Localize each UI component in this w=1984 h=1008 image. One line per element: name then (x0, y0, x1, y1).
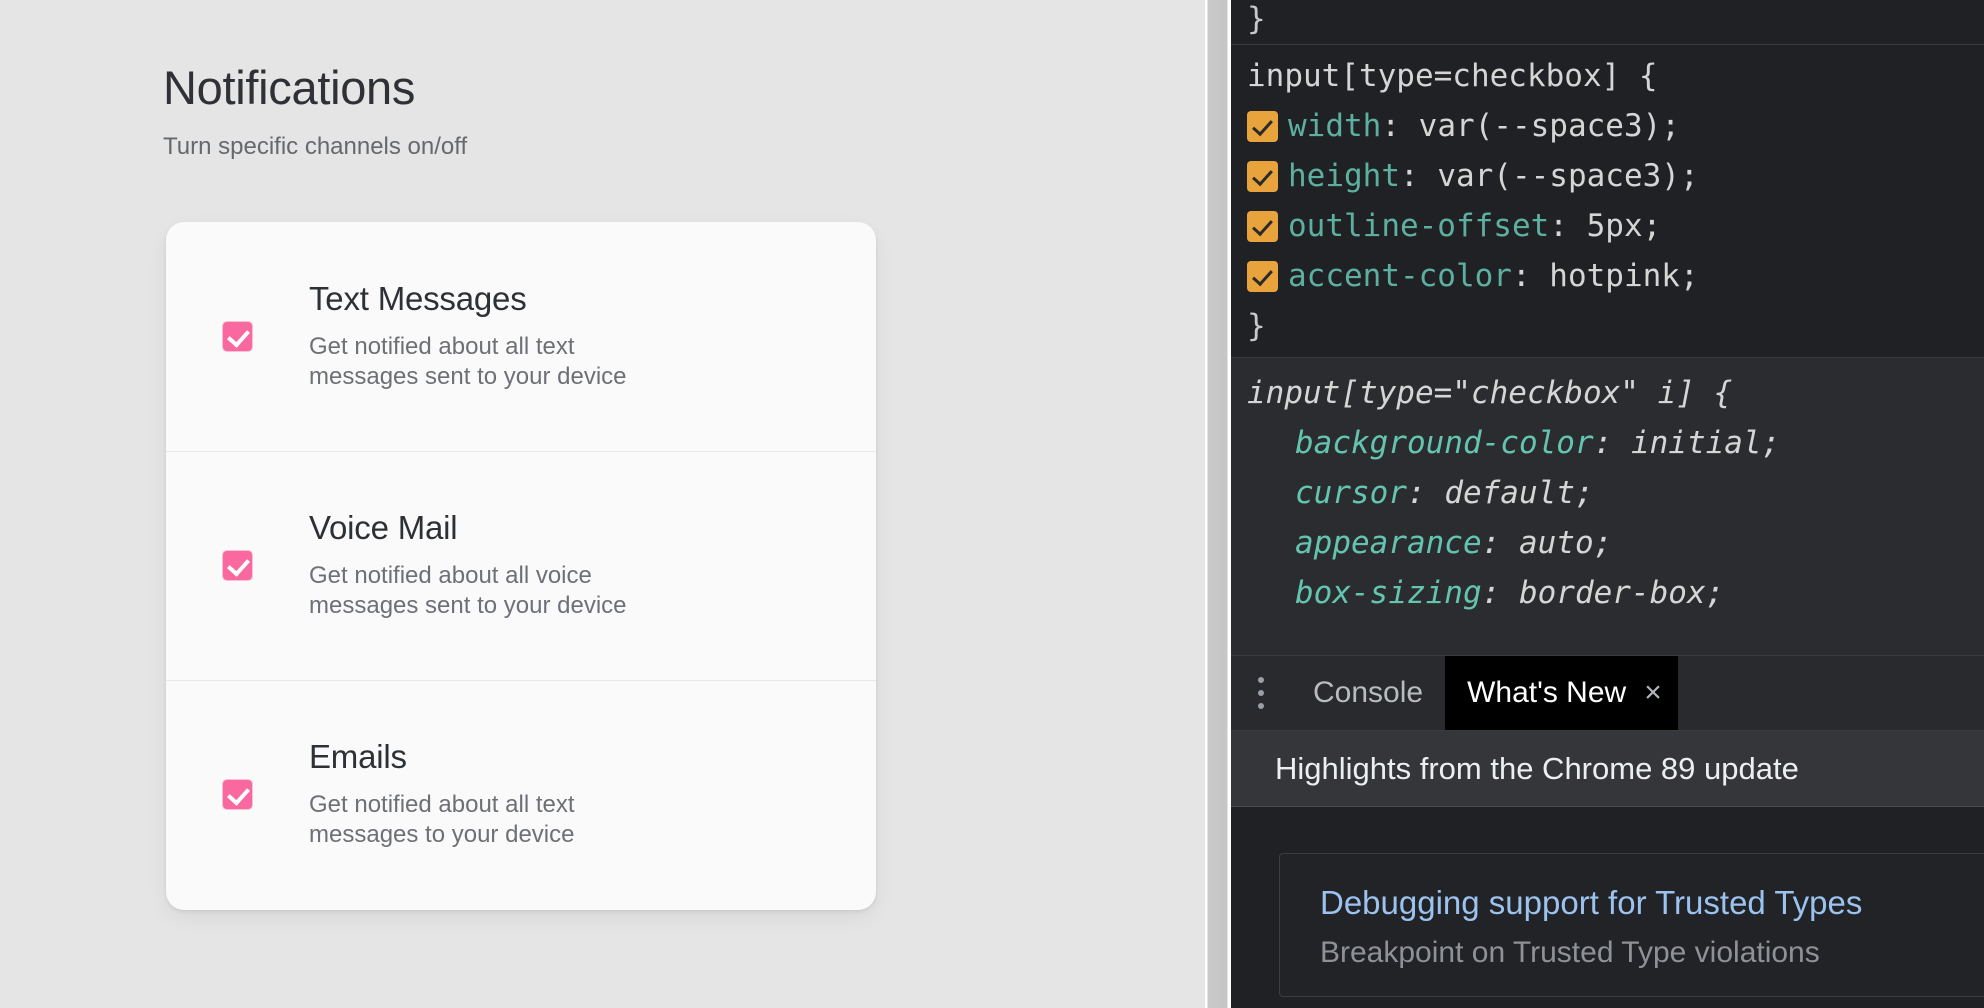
css-colon: : (1594, 425, 1631, 461)
css-colon: : (1407, 475, 1444, 511)
css-selector: input[type=checkbox] { (1247, 58, 1658, 94)
notifications-card: Text Messages Get notified about all tex… (166, 222, 876, 910)
whats-new-item[interactable]: Debugging support for Trusted Types Brea… (1279, 853, 1984, 997)
css-property: appearance (1295, 525, 1482, 561)
css-line: } (1247, 0, 1984, 44)
css-declaration-line[interactable]: appearance: auto; (1247, 518, 1984, 568)
css-colon: : (1482, 525, 1519, 561)
tab-label: What's New (1467, 676, 1626, 710)
css-colon: : (1512, 258, 1549, 294)
css-property[interactable]: width (1288, 108, 1381, 144)
css-close-brace: } (1247, 1, 1266, 37)
notification-name: Emails (309, 738, 848, 776)
notification-description: Get notified about all voice messages se… (309, 561, 659, 623)
css-close-brace: } (1247, 308, 1266, 344)
kebab-menu-icon[interactable] (1231, 656, 1291, 730)
css-property[interactable]: height (1288, 158, 1400, 194)
css-declaration-line[interactable]: box-sizing: border-box; (1247, 568, 1984, 618)
css-declaration-line[interactable]: height: var(--space3); (1247, 151, 1984, 201)
notification-row-voice-mail[interactable]: Voice Mail Get notified about all voice … (166, 451, 876, 680)
checkbox-cell (166, 780, 309, 809)
css-closing-brace-line: } (1247, 301, 1984, 351)
page-subtitle: Turn specific channels on/off (163, 133, 467, 161)
page-title: Notifications (163, 60, 415, 115)
declaration-enabled-checkbox-icon[interactable] (1247, 161, 1278, 192)
css-value: initial; (1631, 425, 1780, 461)
styles-rule-partial-top: } (1231, 0, 1984, 44)
whats-new-item-link[interactable]: Debugging support for Trusted Types (1320, 884, 1984, 922)
notification-row-text-messages[interactable]: Text Messages Get notified about all tex… (166, 222, 876, 451)
css-colon: : (1549, 208, 1586, 244)
screen-root: Notifications Turn specific channels on/… (0, 0, 1984, 1008)
declaration-enabled-checkbox-icon[interactable] (1247, 111, 1278, 142)
notification-description: Get notified about all text messages to … (309, 790, 659, 852)
css-value[interactable]: hotpink; (1549, 258, 1698, 294)
css-declaration-line[interactable]: background-color: initial; (1247, 418, 1984, 468)
declaration-enabled-checkbox-icon[interactable] (1247, 211, 1278, 242)
checkbox-voice-mail[interactable] (223, 551, 252, 580)
css-value[interactable]: var(--space3); (1419, 108, 1680, 144)
styles-pane: } input[type=checkbox] { width: var(--sp… (1231, 0, 1984, 655)
notification-row-emails[interactable]: Emails Get notified about all text messa… (166, 680, 876, 909)
notification-text-group: Voice Mail Get notified about all voice … (309, 509, 876, 623)
styles-rule-author: input[type=checkbox] { width: var(--spac… (1231, 45, 1984, 357)
notification-text-group: Emails Get notified about all text messa… (309, 738, 876, 852)
css-property: box-sizing (1295, 575, 1482, 611)
css-property[interactable]: outline-offset (1288, 208, 1549, 244)
checkbox-cell (166, 551, 309, 580)
css-declaration-line[interactable]: width: var(--space3); (1247, 101, 1984, 151)
css-value: default; (1444, 475, 1593, 511)
css-colon: : (1482, 575, 1519, 611)
drawer-tab-bar: Console What's New × (1231, 656, 1984, 731)
css-value: auto; (1519, 525, 1612, 561)
css-colon: : (1400, 158, 1437, 194)
page-content: Notifications Turn specific channels on/… (0, 0, 1205, 1008)
css-value: border-box; (1519, 575, 1724, 611)
devtools-drawer: Console What's New × Highlights from the… (1231, 655, 1984, 1008)
kebab-dot (1258, 703, 1264, 709)
notification-name: Text Messages (309, 280, 848, 318)
web-page-pane: Notifications Turn specific channels on/… (0, 0, 1205, 1008)
notification-description: Get notified about all text messages sen… (309, 332, 659, 394)
close-icon[interactable]: × (1644, 678, 1662, 708)
whats-new-heading: Highlights from the Chrome 89 update (1231, 731, 1984, 807)
css-colon: : (1381, 108, 1418, 144)
css-property[interactable]: accent-color (1288, 258, 1512, 294)
css-declaration-line[interactable]: cursor: default; (1247, 468, 1984, 518)
css-declaration-line[interactable]: outline-offset: 5px; (1247, 201, 1984, 251)
tab-console[interactable]: Console (1291, 656, 1445, 730)
kebab-dot (1258, 690, 1264, 696)
css-value[interactable]: 5px; (1587, 208, 1662, 244)
styles-rule-user-agent: input[type="checkbox" i] { background-co… (1231, 358, 1984, 660)
declaration-enabled-checkbox-icon[interactable] (1247, 261, 1278, 292)
tab-label: Console (1313, 676, 1423, 710)
css-selector: input[type="checkbox" i] { (1247, 375, 1732, 411)
checkbox-emails[interactable] (223, 780, 252, 809)
checkbox-cell (166, 322, 309, 351)
css-property: cursor (1295, 475, 1407, 511)
css-value[interactable]: var(--space3); (1437, 158, 1698, 194)
css-selector-line[interactable]: input[type="checkbox" i] { (1247, 368, 1984, 418)
whats-new-body: Debugging support for Trusted Types Brea… (1231, 808, 1984, 1008)
tab-whats-new[interactable]: What's New × (1445, 656, 1678, 730)
css-property: background-color (1295, 425, 1594, 461)
css-selector-line[interactable]: input[type=checkbox] { (1247, 51, 1984, 101)
kebab-dot (1258, 677, 1264, 683)
checkbox-text-messages[interactable] (223, 322, 252, 351)
devtools-resize-handle[interactable] (1205, 0, 1231, 1008)
devtools-panel: } input[type=checkbox] { width: var(--sp… (1231, 0, 1984, 1008)
notification-text-group: Text Messages Get notified about all tex… (309, 280, 876, 394)
notification-name: Voice Mail (309, 509, 848, 547)
css-declaration-line[interactable]: accent-color: hotpink; (1247, 251, 1984, 301)
whats-new-item-subtitle: Breakpoint on Trusted Type violations (1320, 936, 1984, 970)
